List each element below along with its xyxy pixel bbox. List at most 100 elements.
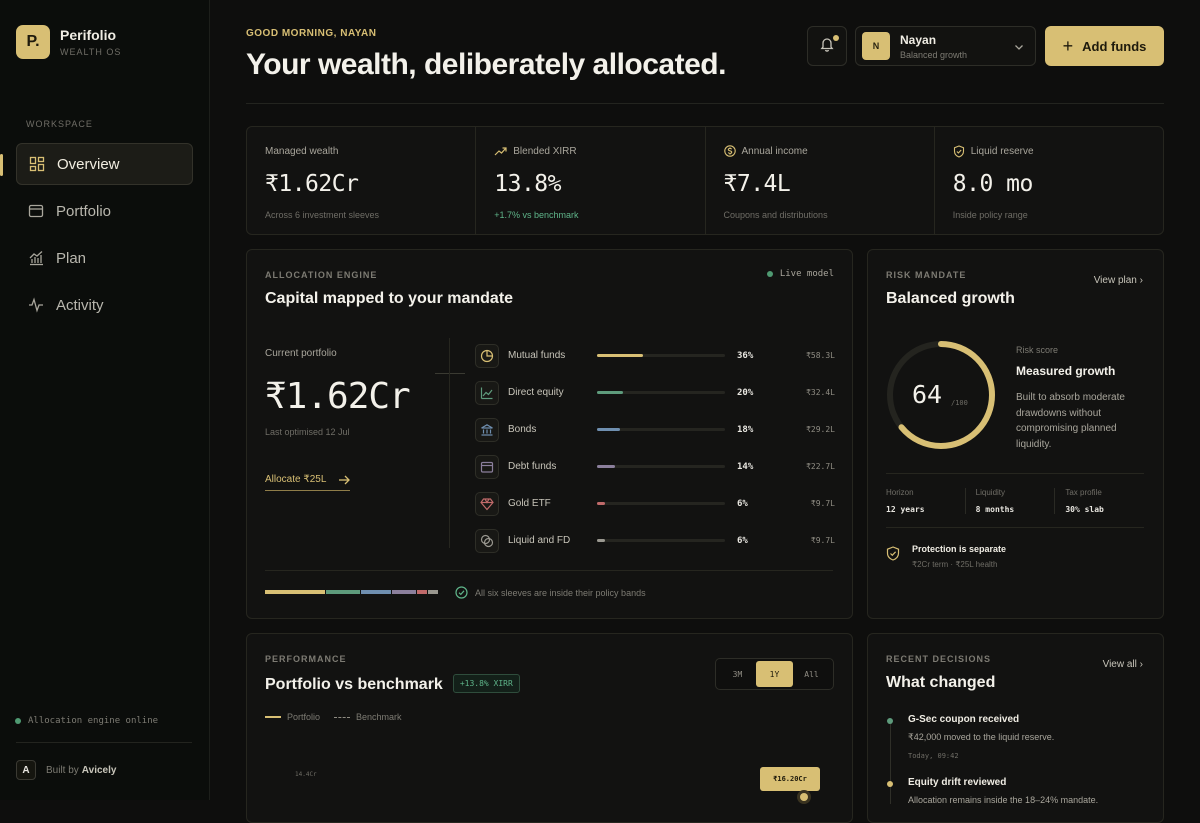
last-optimised: Last optimised 12 Jul	[265, 427, 350, 437]
card-title: Portfolio vs benchmark	[265, 676, 443, 693]
allocation-row[interactable]: Debt funds 14% ₹22.7L	[475, 448, 835, 485]
arrow-right-icon	[339, 475, 351, 484]
built-by[interactable]: A Built by Avicely	[16, 760, 116, 780]
protection-sub: ₹2Cr term · ₹25L health	[912, 560, 998, 569]
workspace-label: WORKSPACE	[26, 119, 93, 129]
timeline-event[interactable]: Equity drift reviewed Allocation remains…	[887, 777, 1098, 805]
sidebar-item-portfolio[interactable]: Portfolio	[16, 190, 193, 232]
sleeve-name: Gold ETF	[508, 498, 551, 509]
sleeve-bar-fill	[597, 391, 623, 394]
view-plan-link[interactable]: View plan ›	[1094, 275, 1143, 286]
sleeve-amount: ₹32.4L	[806, 388, 835, 397]
sleeve-bar-fill	[597, 502, 605, 505]
allocation-card: ALLOCATION ENGINE Capital mapped to your…	[246, 249, 853, 619]
performance-card: PERFORMANCE Portfolio vs benchmark +13.8%…	[246, 633, 853, 823]
stat-sub: +1.7% vs benchmark	[494, 210, 579, 220]
pie-icon	[475, 343, 499, 368]
stat-managed-wealth[interactable]: Managed wealth ₹1.62Cr Across 6 investme…	[247, 127, 477, 234]
add-funds-button[interactable]: + Add funds	[1045, 26, 1164, 66]
sleeve-pct: 20%	[737, 387, 754, 398]
view-all-link[interactable]: View all ›	[1103, 659, 1143, 670]
user-menu[interactable]: N Nayan Balanced growth	[855, 26, 1036, 66]
allocation-row[interactable]: Bonds 18% ₹29.2L	[475, 411, 835, 448]
stack-segment	[326, 590, 361, 594]
metric-value: 8 months	[975, 505, 1015, 514]
range-3m[interactable]: 3M	[719, 661, 756, 687]
brand[interactable]: P. Perifolio WEALTH OS	[16, 25, 121, 59]
live-model-badge: Live model	[766, 269, 834, 279]
sleeve-amount: ₹22.7L	[806, 462, 835, 471]
stat-label: Blended XIRR	[513, 145, 577, 157]
allocation-row[interactable]: Direct equity 20% ₹32.4L	[475, 374, 835, 411]
risk-score-max: /100	[951, 399, 968, 407]
stat-label: Liquid reserve	[970, 145, 1034, 157]
range-selector: 3M 1Y All	[715, 658, 834, 690]
metric-label: Horizon	[886, 488, 914, 497]
sleeve-amount: ₹9.7L	[810, 499, 835, 508]
event-dot	[887, 718, 893, 724]
sleeve-name: Direct equity	[508, 387, 564, 398]
event-sub: ₹42,000 moved to the liquid reserve.	[908, 732, 1055, 742]
stack-segment	[392, 590, 416, 594]
stat-blended-xirr[interactable]: Blended XIRR 13.8% +1.7% vs benchmark	[476, 127, 706, 234]
stat-label: Managed wealth	[265, 145, 339, 157]
stat-liquid-reserve[interactable]: Liquid reserve 8.0 mo Inside policy rang…	[935, 127, 1163, 234]
legend-portfolio-swatch	[265, 716, 281, 718]
logo: P.	[16, 25, 50, 59]
sleeve-pct: 36%	[737, 350, 754, 361]
logo-letter: P.	[26, 33, 40, 50]
allocation-row[interactable]: Gold ETF 6% ₹9.7L	[475, 485, 835, 522]
notifications-button[interactable]	[807, 26, 847, 66]
divider	[16, 742, 192, 743]
avicely-logo: A	[16, 760, 36, 780]
sleeve-pct: 6%	[737, 498, 748, 509]
stat-value: ₹7.4L	[723, 171, 791, 197]
notification-dot	[833, 35, 839, 41]
sidebar-item-label: Activity	[56, 296, 104, 314]
stack-segment	[416, 590, 427, 594]
range-1y[interactable]: 1Y	[756, 661, 793, 687]
event-title: G-Sec coupon received	[908, 714, 1020, 725]
check-circle-icon	[455, 586, 468, 599]
chart-icon	[28, 250, 44, 266]
sleeve-bar-track	[597, 465, 725, 468]
pulse-icon	[28, 297, 44, 313]
protection-note: Protection is separate ₹2Cr term · ₹25L …	[886, 544, 1006, 569]
sidebar-nav: Overview Portfolio Plan Activity	[0, 143, 193, 331]
sleeve-bar-fill	[597, 354, 644, 357]
sidebar-item-plan[interactable]: Plan	[16, 237, 193, 279]
sleeve-amount: ₹58.3L	[806, 351, 835, 360]
risk-score-desc: Built to absorb moderate drawdowns witho…	[1016, 392, 1125, 450]
bank-icon	[475, 417, 499, 442]
sleeve-name: Mutual funds	[508, 350, 566, 361]
allocation-row[interactable]: Mutual funds 36% ₹58.3L	[475, 337, 835, 374]
event-title: Equity drift reviewed	[908, 777, 1007, 788]
view-all-label: View all	[1102, 659, 1137, 670]
card-title: Balanced growth	[886, 290, 1015, 307]
stat-annual-income[interactable]: Annual income ₹7.4L Coupons and distribu…	[706, 127, 935, 234]
risk-card: RISK MANDATE Balanced growth View plan ›…	[867, 249, 1164, 619]
status-dot	[15, 718, 21, 724]
avatar: N	[862, 32, 890, 60]
built-by-prefix: Built by	[46, 764, 79, 776]
sidebar-item-activity[interactable]: Activity	[16, 284, 193, 326]
sleeve-bar-fill	[597, 539, 605, 542]
sidebar-item-label: Portfolio	[56, 202, 112, 220]
chevron-right-icon: ›	[1139, 659, 1143, 670]
sleeve-bar-track	[597, 539, 725, 542]
divider	[265, 570, 833, 571]
sidebar-item-label: Overview	[57, 155, 120, 173]
allocate-link[interactable]: Allocate ₹25L	[265, 474, 351, 491]
built-by-name: Avicely	[81, 764, 117, 776]
gem-icon	[475, 491, 499, 516]
wallet-icon	[28, 203, 44, 219]
timeline-event[interactable]: G-Sec coupon received ₹42,000 moved to t…	[887, 714, 1055, 760]
range-all[interactable]: All	[793, 661, 830, 687]
sleeve-bar-track	[597, 428, 725, 431]
sleeve-amount: ₹9.7L	[810, 536, 835, 545]
allocation-row[interactable]: Liquid and FD 6% ₹9.7L	[475, 522, 835, 559]
sidebar-item-overview[interactable]: Overview	[0, 143, 193, 185]
stack-segment	[265, 590, 326, 594]
divider	[246, 103, 1164, 104]
timeline-line	[890, 724, 891, 804]
